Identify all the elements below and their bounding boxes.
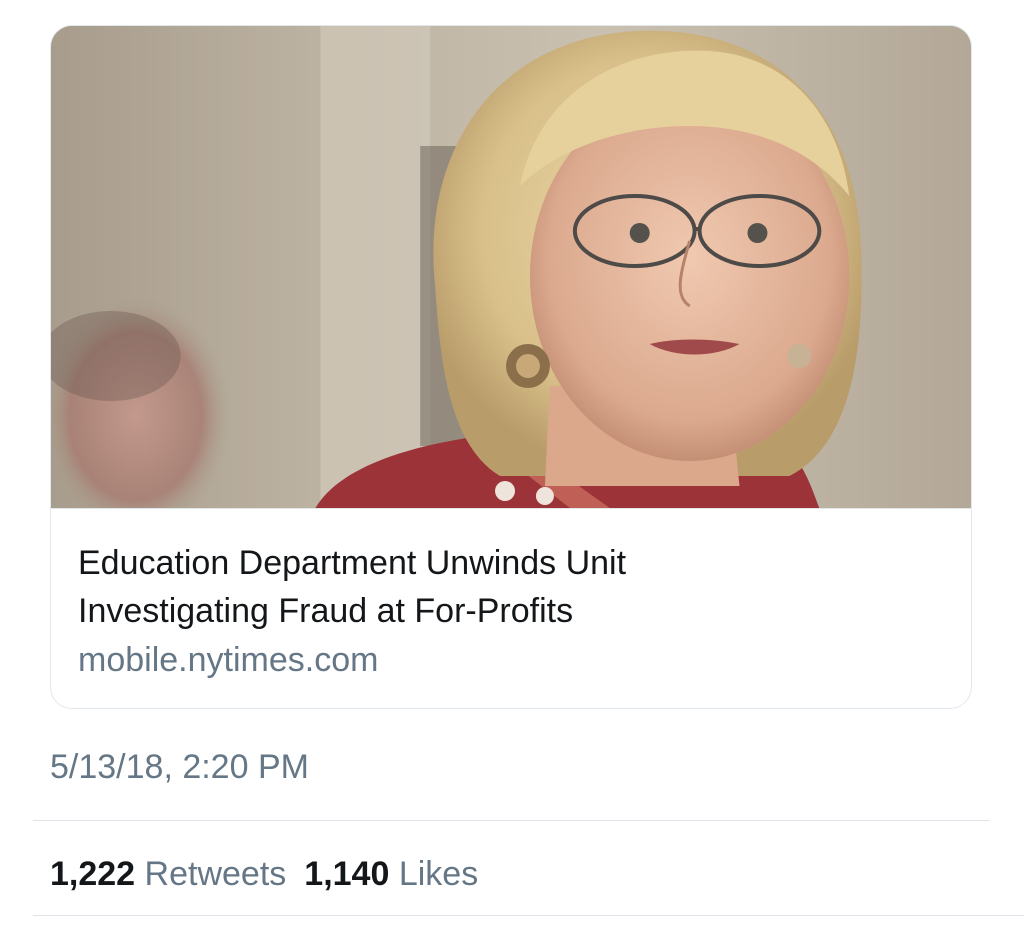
- article-title-line-1: Education Department Unwinds Unit: [78, 544, 627, 582]
- retweets-label: Retweets: [144, 855, 287, 893]
- card-text-area[interactable]: Education Department Unwinds Unit Investi…: [51, 508, 971, 708]
- likes-label: Likes: [398, 855, 479, 893]
- article-title[interactable]: Education Department Unwinds Unit Investi…: [78, 539, 778, 635]
- tweet-stats: 1,222 Retweets 1,140 Likes: [50, 852, 478, 896]
- link-preview-card[interactable]: Education Department Unwinds Unit Investi…: [50, 25, 972, 709]
- retweets-count: 1,222: [50, 855, 136, 893]
- likes-count: 1,140: [304, 855, 390, 893]
- article-thumbnail[interactable]: [51, 26, 971, 508]
- article-title-line-2: Investigating Fraud at For-Profits: [78, 592, 574, 630]
- retweets-stat[interactable]: 1,222 Retweets: [50, 855, 286, 893]
- portrait-photo: [51, 26, 971, 508]
- divider: [33, 915, 1024, 916]
- divider: [33, 820, 990, 821]
- likes-stat[interactable]: 1,140 Likes: [304, 855, 478, 893]
- article-domain: mobile.nytimes.com: [78, 641, 379, 679]
- tweet-timestamp[interactable]: 5/13/18, 2:20 PM: [50, 745, 309, 789]
